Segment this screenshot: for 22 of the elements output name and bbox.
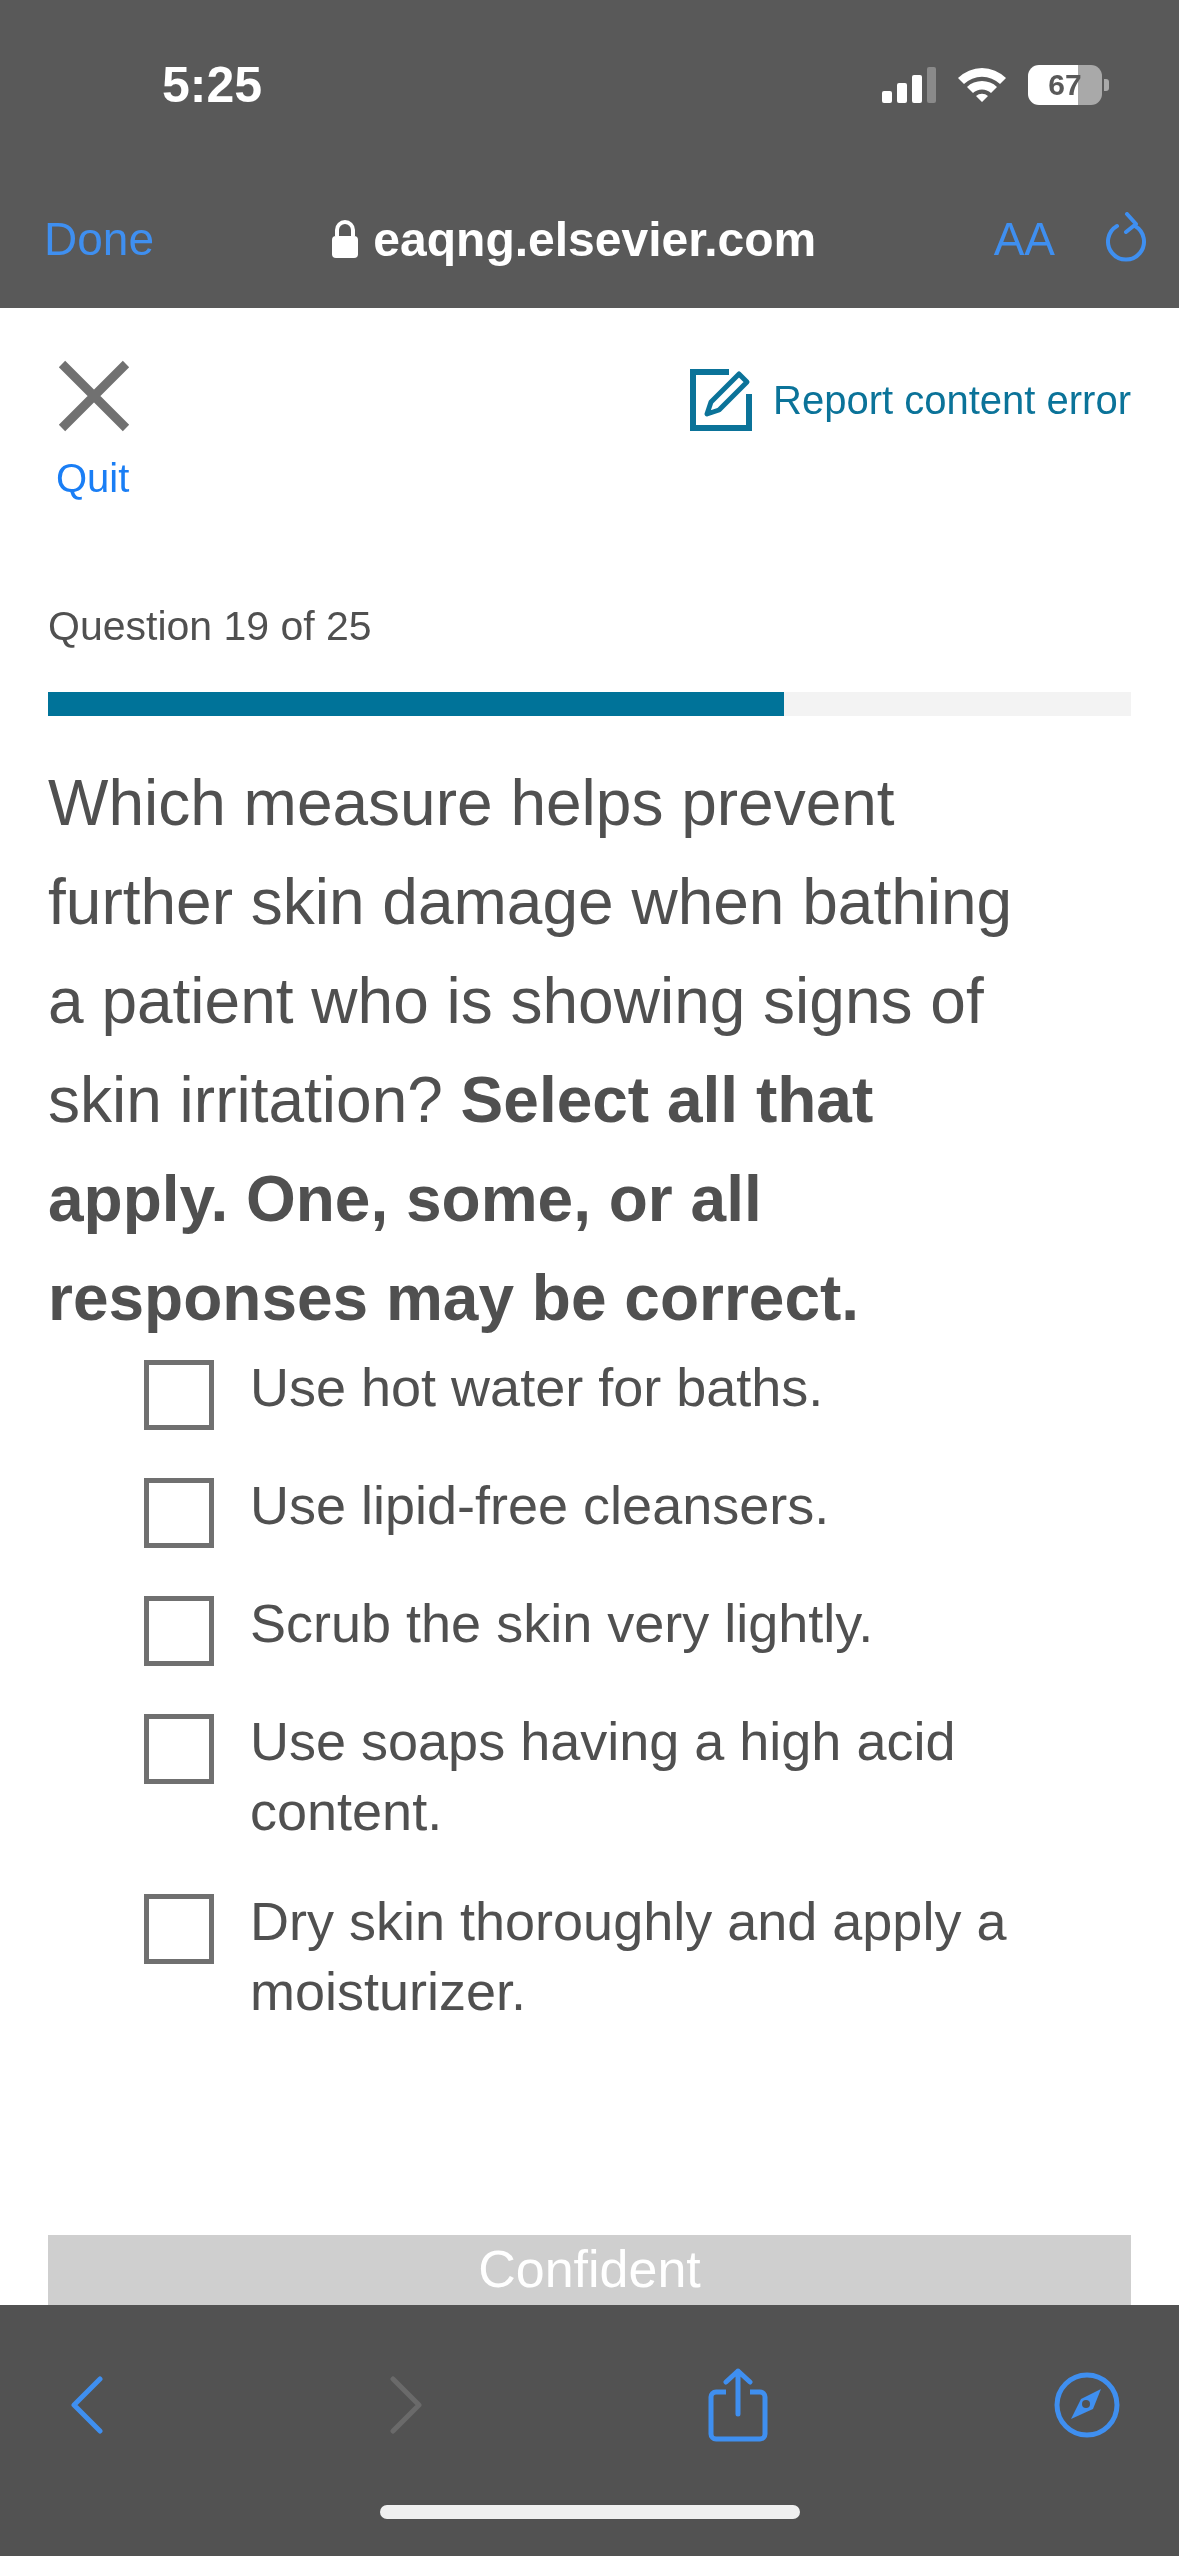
answer-option[interactable]: Dry skin thoroughly and apply a moisturizer. [250, 1886, 1084, 2026]
lock-icon [331, 220, 360, 258]
checkbox[interactable] [144, 1360, 214, 1430]
checkbox[interactable] [144, 1894, 214, 1964]
url-text[interactable]: eaqng.elsevier.com [373, 211, 817, 267]
quit-link[interactable]: Quit [56, 456, 130, 501]
answer-option[interactable]: Use hot water for baths. [250, 1352, 824, 1422]
answer-option[interactable]: Scrub the skin very lightly. [250, 1588, 874, 1658]
wifi-icon [956, 66, 1008, 104]
answer-option[interactable]: Use lipid-free cleansers. [250, 1470, 830, 1540]
checkbox[interactable] [144, 1714, 214, 1784]
answer-option[interactable]: Use soaps having a high acid content. [250, 1706, 1084, 1846]
question-counter: Question 19 of 25 [48, 603, 373, 650]
report-error-link[interactable]: Report content error [773, 377, 1131, 423]
forward-icon [389, 2376, 423, 2434]
signal-icon [882, 67, 936, 103]
question-text: Which measure helps prevent further skin damage when bathing a patient who is showing signs of skin irritation? Select all that apply. One, some, or all responses may be correct. [48, 766, 1014, 1336]
edit-icon[interactable] [689, 368, 754, 432]
close-icon[interactable] [56, 358, 132, 434]
status-time: 5:25 [162, 56, 263, 114]
checkbox[interactable] [144, 1596, 214, 1666]
checkbox[interactable] [144, 1478, 214, 1548]
